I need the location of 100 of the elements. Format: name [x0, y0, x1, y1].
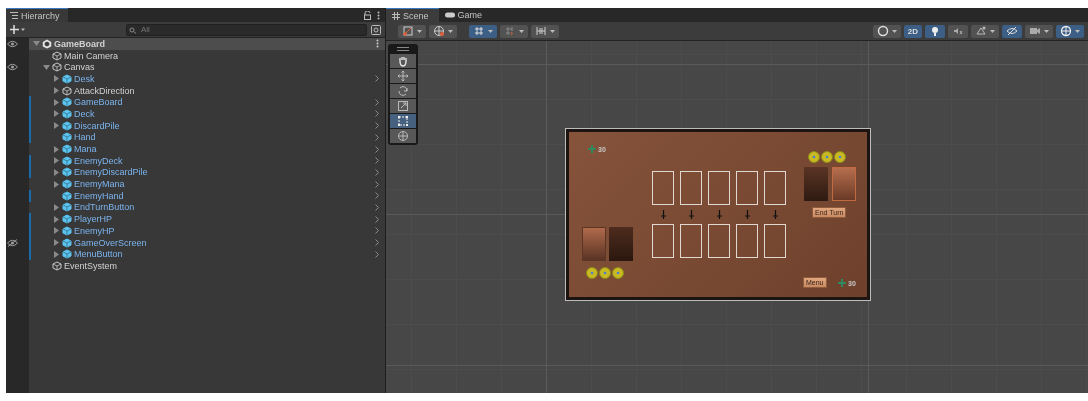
prefab-cube-icon: [62, 214, 72, 225]
prefab-cube-icon: [62, 144, 72, 155]
card-slot: [652, 171, 674, 205]
sword-icon: [773, 210, 778, 219]
hidden-eye-icon[interactable]: [7, 238, 18, 247]
tool-button[interactable]: [390, 69, 416, 83]
sword-icon: [661, 210, 666, 219]
view-tab[interactable]: Game: [438, 8, 493, 22]
toolbar-button[interactable]: [971, 24, 999, 38]
dropdown-caret-icon: [488, 29, 493, 33]
prefab-cube-icon: [62, 132, 72, 143]
toolbar-button[interactable]: [1002, 24, 1022, 38]
cube-outline-icon: [52, 62, 62, 73]
view-tab[interactable]: Scene: [386, 8, 439, 22]
card-slot: [764, 224, 786, 258]
sword-icon: [745, 210, 750, 219]
hierarchy-tab[interactable]: Hierarchy: [6, 8, 68, 22]
tree-item[interactable]: AttackDirection: [29, 84, 385, 97]
tree-item[interactable]: GameBoard: [29, 96, 385, 109]
prefab-cube-icon: [62, 108, 72, 119]
cube-outline-icon: [52, 50, 62, 61]
crossed-eye-icon: [1006, 25, 1018, 37]
list-icon: [10, 12, 18, 19]
toolbar-button[interactable]: [948, 24, 968, 38]
tree-item[interactable]: GameOverScreen: [29, 236, 385, 249]
expanded-arrow-icon[interactable]: [42, 64, 50, 70]
rect-tool-icon: [397, 115, 409, 127]
dropdown-caret-icon: [1075, 29, 1080, 33]
tree-item[interactable]: Canvas: [29, 61, 385, 74]
tab-label: Hierarchy: [21, 10, 60, 21]
dropdown-caret-icon: [448, 29, 453, 33]
transform-icon: [397, 130, 409, 142]
tree-item[interactable]: MenuButton: [29, 248, 385, 261]
cube-outline-icon: [62, 85, 72, 96]
tree-item[interactable]: EnemyHand: [29, 189, 385, 202]
dropdown-caret-icon: [1044, 29, 1049, 33]
search-field[interactable]: All: [126, 23, 367, 36]
tree-item[interactable]: GameBoard: [29, 38, 385, 50]
sword-icon: [689, 210, 694, 219]
dropdown-caret-icon: [417, 29, 422, 33]
prefab-cube-icon: [62, 225, 72, 236]
rect-tool-icon: [402, 25, 414, 37]
increment-snap-icon: [535, 25, 547, 37]
sword-icon: [717, 210, 722, 219]
tree-item[interactable]: PlayerHP: [29, 213, 385, 225]
more-options-icon[interactable]: [377, 11, 380, 20]
prefab-cube-icon: [62, 179, 72, 190]
tree-item[interactable]: Mana: [29, 143, 385, 155]
tree-item[interactable]: EnemyDiscardPile: [29, 166, 385, 179]
eye-icon[interactable]: [7, 63, 18, 72]
toolbar-button[interactable]: [469, 24, 497, 38]
camera-icon: [1029, 25, 1041, 37]
mana-orbs-drawing: [808, 151, 846, 163]
tree-item[interactable]: EnemyHP: [29, 225, 385, 237]
eye-icon[interactable]: [7, 39, 18, 48]
unity-logo-icon: [42, 38, 52, 49]
effects-icon: [975, 25, 987, 37]
tool-button[interactable]: [390, 114, 416, 128]
chevron-right-icon[interactable]: [375, 75, 379, 83]
prefab-cube-icon: [62, 202, 72, 213]
tree-item[interactable]: Deck: [29, 108, 385, 120]
toolbar-button[interactable]: [531, 24, 559, 38]
scale-icon: [397, 100, 409, 112]
more-options-icon[interactable]: [376, 39, 379, 49]
mana-orbs-drawing: [586, 267, 624, 279]
card-pile: [609, 227, 633, 261]
tree-item[interactable]: Main Camera: [29, 49, 385, 62]
hash-icon: [392, 11, 400, 20]
card-pile: [582, 227, 606, 261]
toolbar-button[interactable]: [925, 24, 945, 38]
tree-item[interactable]: EnemyDeck: [29, 154, 385, 167]
shading-circle-icon: [876, 25, 889, 37]
toolbar-button[interactable]: [1025, 24, 1053, 38]
move-arrows-icon: [397, 70, 409, 82]
drag-handle-icon[interactable]: [397, 47, 409, 51]
toolbar-button[interactable]: [429, 24, 457, 38]
toolbar-button[interactable]: [1056, 24, 1084, 38]
tree-item[interactable]: DiscardPile: [29, 119, 385, 132]
tool-button[interactable]: [390, 99, 416, 113]
tree-item[interactable]: EventSystem: [29, 260, 385, 272]
scene-search-icon[interactable]: [371, 24, 381, 35]
tree-item[interactable]: EndTurnButton: [29, 201, 385, 214]
card-slot: [736, 224, 758, 258]
prefab-cube-icon: [62, 97, 72, 108]
toolbar-button[interactable]: [398, 24, 426, 38]
tree-item[interactable]: EnemyMana: [29, 178, 385, 190]
toolbar-button[interactable]: [872, 24, 901, 38]
tree-item[interactable]: Hand: [29, 131, 385, 144]
tree-item[interactable]: Desk: [29, 73, 385, 85]
tool-button[interactable]: [390, 129, 416, 143]
mode-2d-button[interactable]: 2D: [903, 24, 922, 38]
grid-snap-icon: [504, 25, 516, 37]
tool-button[interactable]: [390, 84, 416, 98]
expanded-arrow-icon[interactable]: [32, 41, 40, 47]
prefab-cube-icon: [62, 237, 72, 248]
hand-tool-icon: [397, 55, 409, 67]
add-dropdown-icon[interactable]: [10, 25, 26, 34]
tool-button[interactable]: [390, 54, 416, 68]
lock-icon[interactable]: [364, 11, 371, 20]
card-slot: [764, 171, 786, 205]
